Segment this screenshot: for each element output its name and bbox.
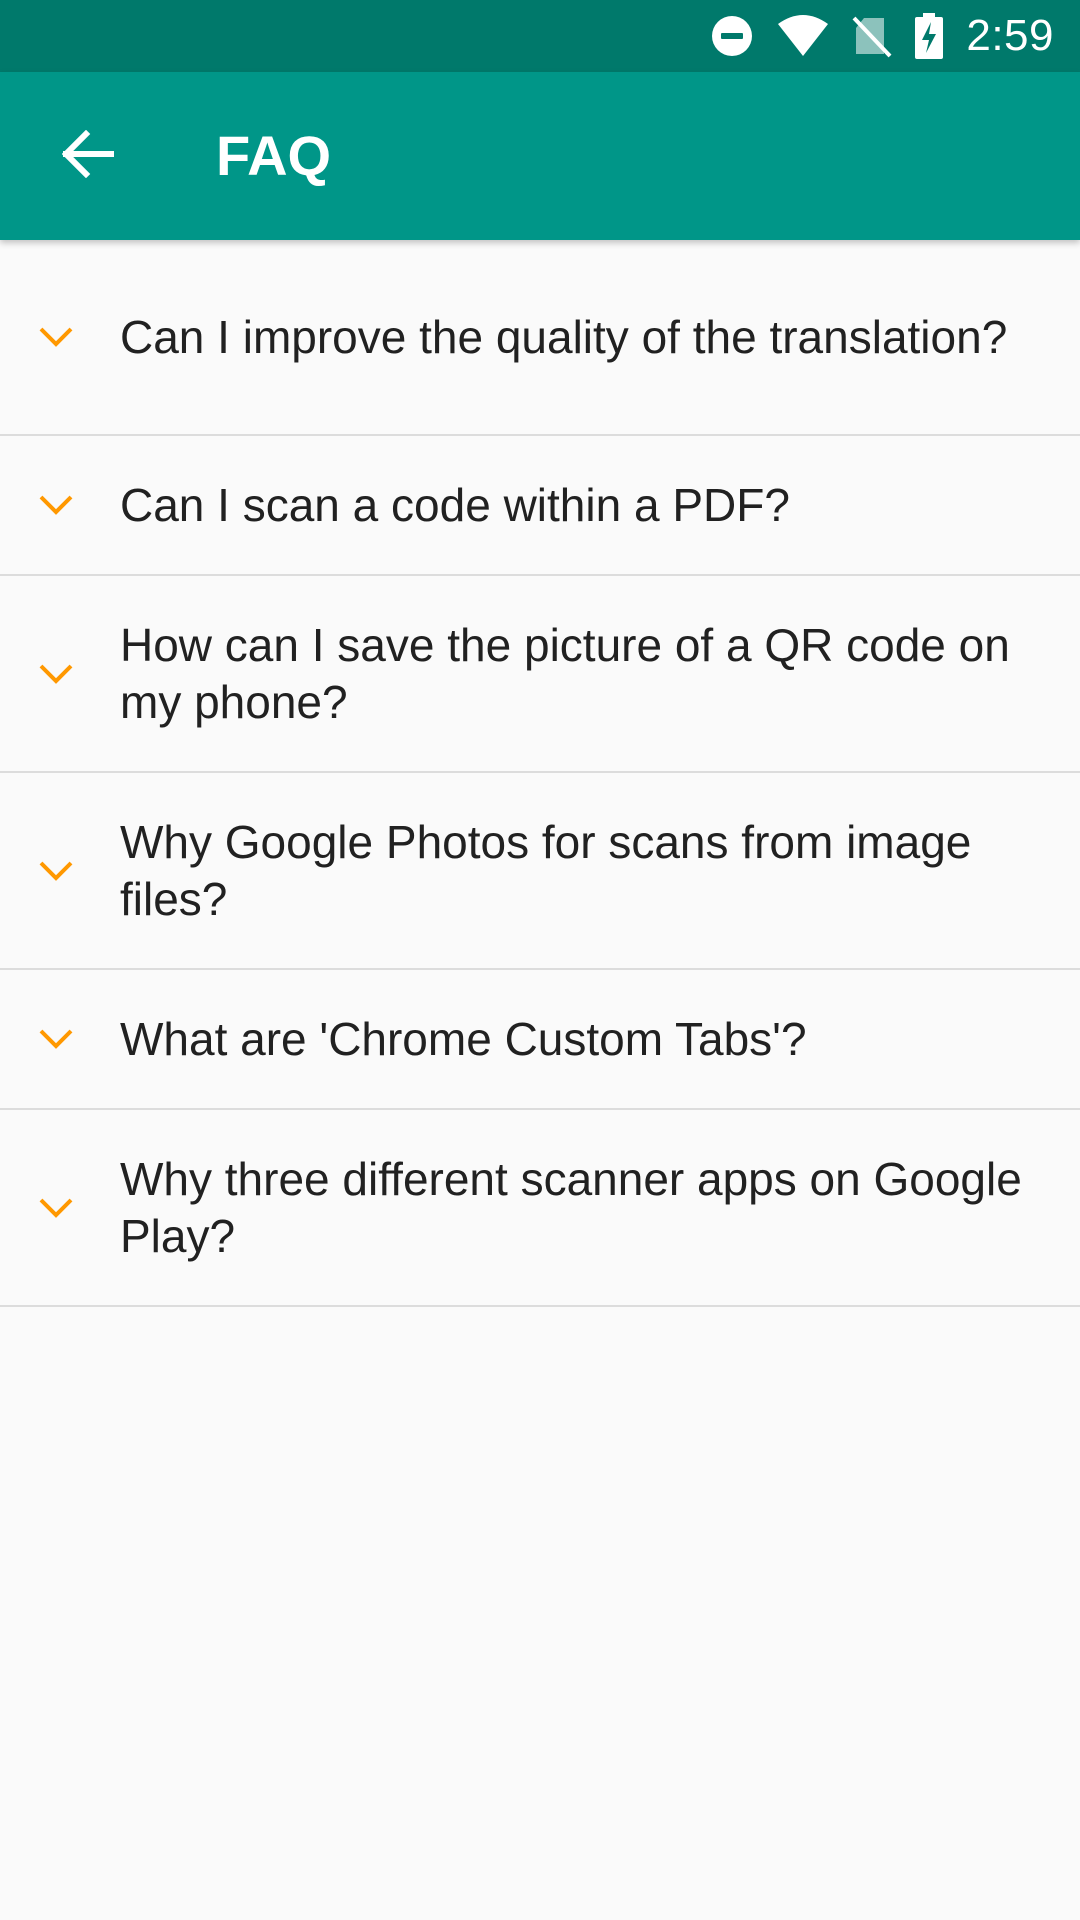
- faq-item[interactable]: How can I save the picture of a QR code …: [0, 576, 1080, 773]
- chevron-down-icon: [0, 860, 120, 882]
- chevron-down-icon: [0, 494, 120, 516]
- app-bar: FAQ: [0, 72, 1080, 240]
- faq-question: Why Google Photos for scans from image f…: [120, 815, 972, 925]
- chevron-down-icon: [0, 326, 120, 348]
- faq-item[interactable]: What are 'Chrome Custom Tabs'?: [0, 970, 1080, 1110]
- status-bar: 2:59: [0, 0, 1080, 72]
- no-sim-icon: [852, 14, 892, 58]
- page-title: FAQ: [216, 124, 332, 187]
- status-time: 2:59: [966, 11, 1054, 60]
- faq-list: Can I improve the quality of the transla…: [0, 240, 1080, 1307]
- faq-question: Can I improve the quality of the transla…: [120, 310, 1008, 363]
- faq-question: Can I scan a code within a PDF?: [120, 478, 790, 531]
- do-not-disturb-icon: [710, 14, 754, 58]
- wifi-icon: [776, 14, 830, 58]
- chevron-down-icon: [0, 1197, 120, 1219]
- chevron-down-icon: [0, 1028, 120, 1050]
- faq-question: Why three different scanner apps on Goog…: [120, 1152, 1022, 1262]
- faq-question: What are 'Chrome Custom Tabs'?: [120, 1012, 807, 1065]
- faq-item[interactable]: Why Google Photos for scans from image f…: [0, 773, 1080, 970]
- arrow-back-icon: [61, 129, 115, 183]
- faq-question: How can I save the picture of a QR code …: [120, 618, 1010, 728]
- battery-charging-icon: [914, 13, 944, 59]
- faq-item[interactable]: Can I scan a code within a PDF?: [0, 436, 1080, 576]
- faq-item[interactable]: Why three different scanner apps on Goog…: [0, 1110, 1080, 1307]
- chevron-down-icon: [0, 663, 120, 685]
- faq-item[interactable]: Can I improve the quality of the transla…: [0, 240, 1080, 436]
- back-button[interactable]: [44, 112, 132, 200]
